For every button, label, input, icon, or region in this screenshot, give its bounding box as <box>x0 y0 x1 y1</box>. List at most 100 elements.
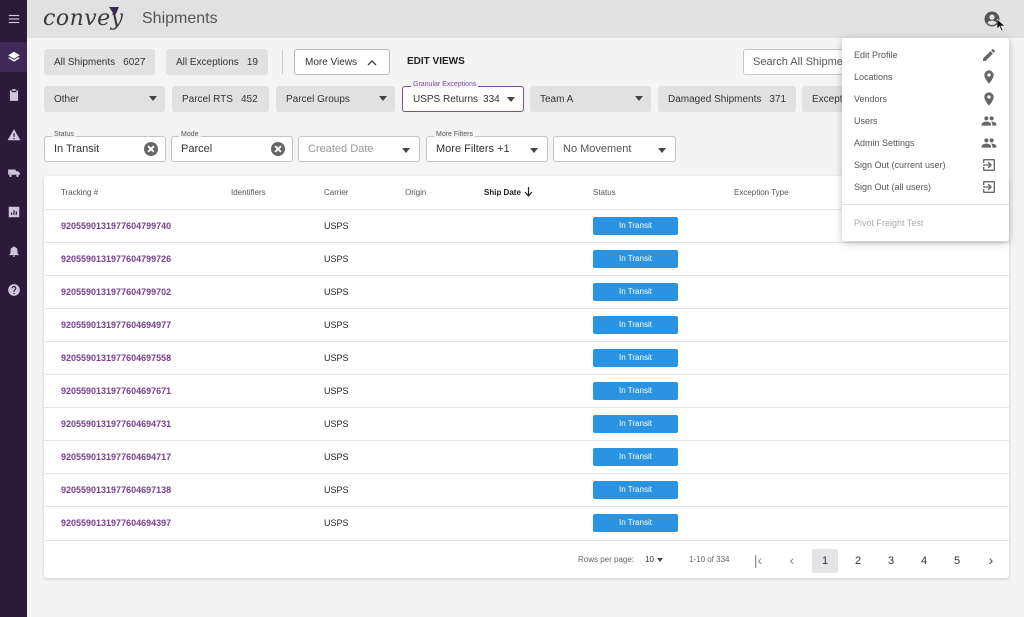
column-header-tracking[interactable]: Tracking # <box>61 188 98 197</box>
page-button-1[interactable]: 1 <box>812 549 838 573</box>
column-header-carrier[interactable]: Carrier <box>324 188 348 197</box>
status-badge: In Transit <box>593 217 678 235</box>
clipboard-icon[interactable] <box>0 80 27 110</box>
page-button-2[interactable]: 2 <box>845 549 871 573</box>
view-team-a[interactable]: Team A <box>530 86 651 112</box>
tracking-link[interactable]: 9205590131977604694731 <box>61 419 171 429</box>
tracking-link[interactable]: 9205590131977604697558 <box>61 353 171 363</box>
people-icon <box>981 116 997 126</box>
help-icon[interactable] <box>0 275 27 305</box>
view-damaged-shipments[interactable]: Damaged Shipments 371 <box>658 86 796 112</box>
menu-item-edit-profile[interactable]: Edit Profile <box>842 44 1009 66</box>
caret-down-icon <box>149 96 157 101</box>
table-row[interactable]: 9205590131977604697558 USPS In Transit <box>44 341 1009 374</box>
menu-item-sign-out-all[interactable]: Sign Out (all users) <box>842 176 1009 198</box>
carrier-cell: USPS <box>324 254 349 264</box>
filter-label: More Filters <box>434 131 475 138</box>
status-badge: In Transit <box>593 283 678 301</box>
clear-icon[interactable] <box>271 142 285 156</box>
sort-down-icon[interactable] <box>524 187 533 197</box>
search-input[interactable]: Search All Shipments <box>743 49 853 75</box>
column-header-exception-type[interactable]: Exception Type <box>734 188 789 197</box>
view-granular-exceptions[interactable]: Granular Exceptions USPS Returns 334 <box>402 81 524 112</box>
table-row[interactable]: 9205590131977604799702 USPS In Transit <box>44 275 1009 308</box>
tracking-link[interactable]: 9205590131977604697671 <box>61 386 171 396</box>
created-date-filter[interactable]: Created Date <box>298 136 420 162</box>
filter-value: No Movement <box>563 143 632 155</box>
table-row[interactable]: 9205590131977604697671 USPS In Transit <box>44 374 1009 407</box>
column-header-status[interactable]: Status <box>593 188 616 197</box>
view-label: USPS Returns <box>413 93 479 105</box>
first-page-icon[interactable]: |‹ <box>748 549 768 573</box>
menu-item-sign-out-current[interactable]: Sign Out (current user) <box>842 154 1009 176</box>
bell-icon[interactable] <box>0 236 27 266</box>
column-header-identifiers[interactable]: Identifiers <box>231 188 266 197</box>
location-pin-icon <box>984 70 994 84</box>
table-row[interactable]: 9205590131977604799726 USPS In Transit <box>44 242 1009 275</box>
tracking-link[interactable]: 9205590131977604799702 <box>61 287 171 297</box>
carrier-cell: USPS <box>324 452 349 462</box>
menu-item-users[interactable]: Users <box>842 110 1009 132</box>
mode-filter[interactable]: Mode Parcel <box>171 131 293 162</box>
menu-item-locations[interactable]: Locations <box>842 66 1009 88</box>
page-button-4[interactable]: 4 <box>911 549 937 573</box>
view-label: Parcel Groups <box>286 93 350 105</box>
column-header-ship-date[interactable]: Ship Date <box>484 188 521 197</box>
more-filters[interactable]: More Filters More Filters +1 <box>426 131 548 162</box>
tracking-link[interactable]: 9205590131977604694977 <box>61 320 171 330</box>
page-button-5[interactable]: 5 <box>944 549 970 573</box>
table-row[interactable]: 9205590131977604694977 USPS In Transit <box>44 308 1009 341</box>
chevron-up-icon <box>367 60 377 66</box>
view-count: 6027 <box>123 56 146 68</box>
caret-down-icon <box>658 148 666 153</box>
table-row[interactable]: 9205590131977604694397 USPS In Transit <box>44 506 1009 539</box>
menu-item-label: Locations <box>854 72 893 82</box>
status-badge: In Transit <box>593 514 678 532</box>
tracking-link[interactable]: 9205590131977604697138 <box>61 485 171 495</box>
tracking-link[interactable]: 9205590131977604799726 <box>61 254 171 264</box>
movement-filter[interactable]: No Movement <box>553 136 676 162</box>
view-all-shipments[interactable]: All Shipments 6027 <box>44 49 156 75</box>
truck-icon[interactable] <box>0 158 27 188</box>
menu-item-label: Vendors <box>854 94 888 104</box>
table-row[interactable]: 9205590131977604697138 USPS In Transit <box>44 473 1009 506</box>
more-views-button[interactable]: More Views <box>294 49 390 75</box>
view-parcel-groups[interactable]: Parcel Groups <box>276 86 395 112</box>
view-parcel-rts[interactable]: Parcel RTS 452 <box>172 86 269 112</box>
rows-per-page-select[interactable]: 10 <box>645 555 654 564</box>
tracking-link[interactable]: 9205590131977604799740 <box>61 221 171 231</box>
alert-icon[interactable] <box>0 120 27 150</box>
view-other[interactable]: Other <box>44 86 165 112</box>
table-row[interactable]: 9205590131977604694731 USPS In Transit <box>44 407 1009 440</box>
filter-placeholder: Created Date <box>308 143 374 155</box>
caret-down-icon <box>507 97 515 102</box>
table-row[interactable]: 9205590131977604694717 USPS In Transit <box>44 440 1009 473</box>
tracking-link[interactable]: 9205590131977604694717 <box>61 452 171 462</box>
view-all-exceptions[interactable]: All Exceptions 19 <box>166 49 268 75</box>
chart-icon[interactable] <box>0 197 27 227</box>
page-title: Shipments <box>142 10 218 27</box>
carrier-cell: USPS <box>324 419 349 429</box>
menu-item-vendors[interactable]: Vendors <box>842 88 1009 110</box>
view-label: All Exceptions <box>176 56 239 68</box>
status-filter[interactable]: Status In Transit <box>44 131 166 162</box>
next-page-icon[interactable]: › <box>981 549 1001 573</box>
caret-down-icon[interactable] <box>657 558 663 562</box>
prev-page-icon[interactable]: ‹ <box>782 549 802 573</box>
tracking-link[interactable]: 9205590131977604694397 <box>61 518 171 528</box>
view-count: 371 <box>769 93 787 105</box>
menu-item-label: Sign Out (current user) <box>854 160 946 170</box>
menu-item-label: Edit Profile <box>854 50 898 60</box>
layers-icon[interactable] <box>0 42 27 72</box>
page-button-3[interactable]: 3 <box>878 549 904 573</box>
carrier-cell: USPS <box>324 518 349 528</box>
mouse-cursor-icon <box>997 19 1005 31</box>
more-views-label: More Views <box>305 56 358 68</box>
menu-icon[interactable] <box>0 4 27 34</box>
status-badge: In Transit <box>593 415 678 433</box>
column-header-origin[interactable]: Origin <box>405 188 426 197</box>
menu-item-admin-settings[interactable]: Admin Settings <box>842 132 1009 154</box>
caret-down-icon <box>379 96 387 101</box>
clear-icon[interactable] <box>144 142 158 156</box>
edit-views-button[interactable]: EDIT VIEWS <box>407 56 465 67</box>
